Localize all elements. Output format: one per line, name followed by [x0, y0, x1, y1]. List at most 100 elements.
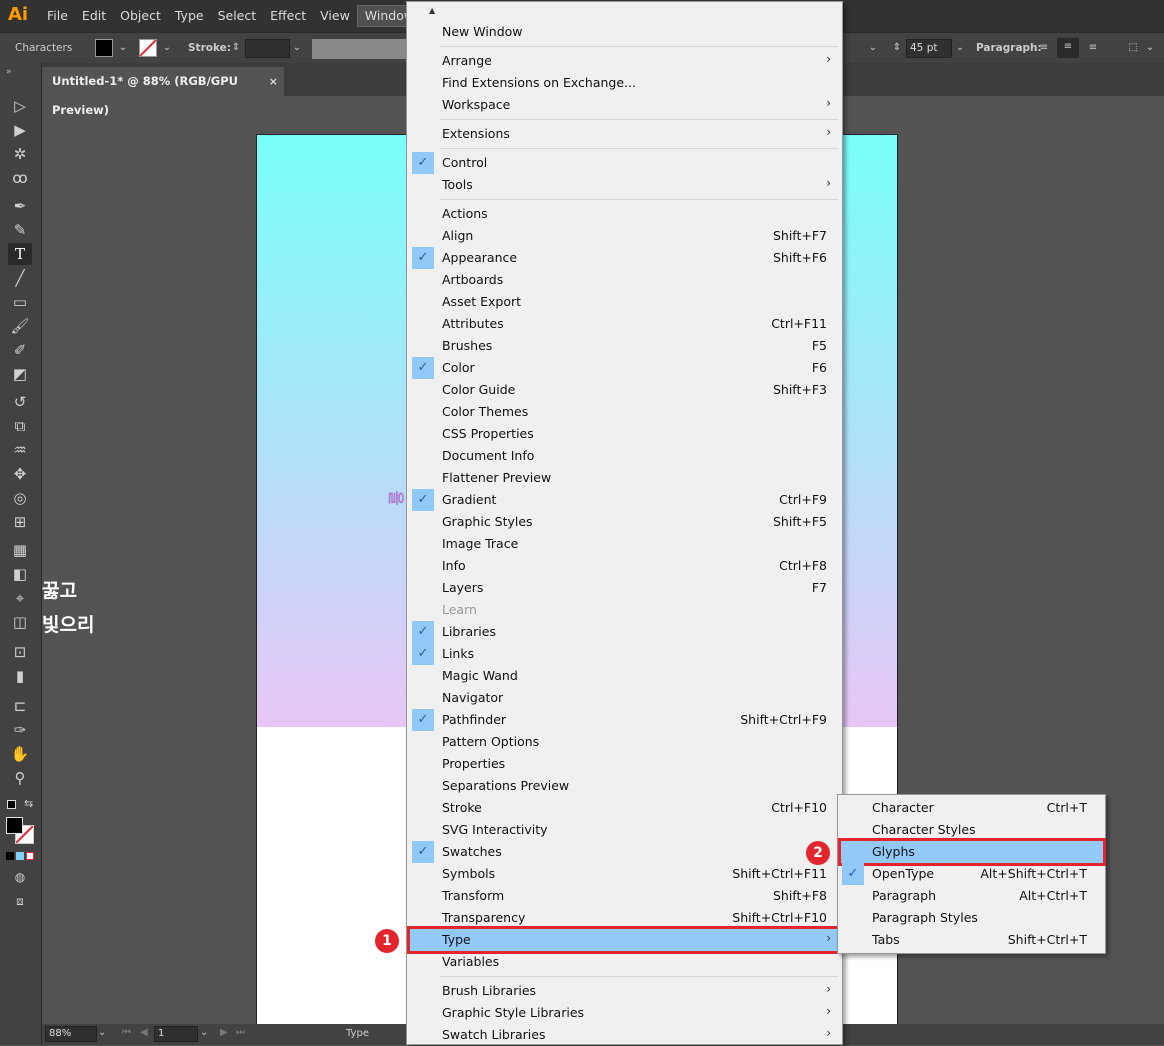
menu-item-workspace[interactable]: Workspace › [410, 94, 839, 116]
menu-item-graphic-style-libraries[interactable]: Graphic Style Libraries › [410, 1002, 839, 1024]
menu-item-image-trace[interactable]: Image Trace [410, 533, 839, 555]
gradient-mode-icon[interactable] [16, 852, 24, 860]
perspective-icon[interactable]: ⊞ [8, 511, 32, 533]
menu-item-swatches[interactable]: ✓ Swatches [410, 841, 839, 863]
menu-item-properties[interactable]: Properties [410, 753, 839, 775]
menu-file[interactable]: File [40, 0, 75, 32]
fill-color-icon[interactable] [6, 817, 23, 834]
stroke-dropdown-icon[interactable]: ⌄ [160, 39, 174, 57]
fill-swatch[interactable] [95, 39, 113, 57]
transform-dropdown-icon[interactable]: ⌄ [1143, 39, 1157, 57]
type-icon[interactable]: T [8, 243, 32, 265]
fill-dropdown-icon[interactable]: ⌄ [116, 39, 130, 57]
menu-item-navigator[interactable]: Navigator [410, 687, 839, 709]
artboard-icon[interactable]: ⊏ [8, 695, 32, 717]
first-artboard-icon[interactable]: ⏮ [122, 1027, 131, 1038]
rotate-icon[interactable]: ↺ [8, 391, 32, 413]
menu-item-pathfinder[interactable]: ✓ Pathfinder Shift+Ctrl+F9 [410, 709, 839, 731]
menu-item-asset-export[interactable]: Asset Export [410, 291, 839, 313]
menu-item-extensions[interactable]: Extensions › [410, 123, 839, 145]
menu-item-actions[interactable]: Actions [410, 203, 839, 225]
hand-icon[interactable]: ✋ [8, 743, 32, 765]
stroke-weight-input[interactable] [245, 39, 290, 58]
submenu-item-glyphs[interactable]: Glyphs [838, 838, 1106, 866]
font-size-dropdown-icon[interactable]: ⌄ [953, 39, 967, 57]
warp-icon[interactable]: ♒ [8, 439, 32, 461]
draw-mode-icon[interactable]: ◍ [8, 866, 32, 888]
submenu-item-character[interactable]: Character Ctrl+T [841, 797, 1103, 819]
default-colors-icon[interactable] [7, 800, 16, 809]
zoom-field[interactable]: 88% [45, 1026, 97, 1042]
menu-item-color-themes[interactable]: Color Themes [410, 401, 839, 423]
menu-item-find-extensions[interactable]: Find Extensions on Exchange... [410, 72, 839, 94]
gradient-icon[interactable]: ◧ [8, 563, 32, 585]
variable-width-profile[interactable] [312, 39, 406, 59]
menu-item-css-properties[interactable]: CSS Properties [410, 423, 839, 445]
stroke-swatch[interactable] [139, 39, 157, 57]
document-tab[interactable]: Untitled-1* @ 88% (RGB/GPU Preview) × [42, 67, 284, 117]
blend-icon[interactable]: ◫ [8, 611, 32, 633]
free-transform-icon[interactable]: ✥ [8, 463, 32, 485]
menu-item-brush-libraries[interactable]: Brush Libraries › [410, 980, 839, 1002]
graph-icon[interactable]: ▮ [8, 665, 32, 687]
previous-artboard-icon[interactable]: ◀ [140, 1027, 148, 1038]
stroke-stepper-icon[interactable]: ⇕ [229, 39, 243, 57]
menu-item-brushes[interactable]: Brushes F5 [410, 335, 839, 357]
transform-icon[interactable]: ⬚ [1123, 39, 1143, 57]
paintbrush-icon[interactable]: 🖌 [8, 315, 32, 337]
submenu-item-tabs[interactable]: Tabs Shift+Ctrl+T [841, 929, 1103, 951]
menu-item-svg-interactivity[interactable]: SVG Interactivity [410, 819, 839, 841]
artboard-dropdown-icon[interactable]: ⌄ [200, 1027, 208, 1038]
menu-item-links[interactable]: ✓ Links [410, 643, 839, 665]
menu-item-attributes[interactable]: Attributes Ctrl+F11 [410, 313, 839, 335]
menu-item-arrange[interactable]: Arrange › [410, 50, 839, 72]
menu-item-libraries[interactable]: ✓ Libraries [410, 621, 839, 643]
align-center-icon[interactable]: ≡ [1057, 38, 1079, 58]
lasso-icon[interactable]: ꝏ [8, 167, 32, 189]
menu-item-color-guide[interactable]: Color Guide Shift+F3 [410, 379, 839, 401]
menu-object[interactable]: Object [113, 0, 168, 32]
menu-item-tools[interactable]: Tools › [410, 174, 839, 196]
align-right-icon[interactable]: ≡ [1083, 39, 1103, 57]
menu-item-type[interactable]: Type › [407, 926, 842, 954]
artboard-number-field[interactable]: 1 [154, 1026, 198, 1042]
menu-item-variables[interactable]: Variables [410, 951, 839, 973]
menu-item-pattern-options[interactable]: Pattern Options [410, 731, 839, 753]
collapse-icon[interactable]: » [6, 67, 12, 77]
magic-wand-icon[interactable]: ✲ [8, 143, 32, 165]
symbol-sprayer-icon[interactable]: ⊡ [8, 641, 32, 663]
submenu-item-opentype[interactable]: ✓ OpenType Alt+Shift+Ctrl+T [841, 863, 1103, 885]
menu-item-control[interactable]: ✓ Control [410, 152, 839, 174]
line-icon[interactable]: ╱ [8, 267, 32, 289]
align-left-icon[interactable]: ≡ [1034, 39, 1054, 57]
zoom-icon[interactable]: ⚲ [8, 767, 32, 789]
menu-edit[interactable]: Edit [75, 0, 113, 32]
submenu-item-paragraph[interactable]: Paragraph Alt+Ctrl+T [841, 885, 1103, 907]
menu-item-align[interactable]: Align Shift+F7 [410, 225, 839, 247]
pen-icon[interactable]: ✒ [8, 195, 32, 217]
menu-effect[interactable]: Effect [263, 0, 313, 32]
menu-item-info[interactable]: Info Ctrl+F8 [410, 555, 839, 577]
submenu-item-character-styles[interactable]: Character Styles [841, 819, 1103, 841]
menu-item-appearance[interactable]: ✓ Appearance Shift+F6 [410, 247, 839, 269]
menu-item-stroke[interactable]: Stroke Ctrl+F10 [410, 797, 839, 819]
menu-item-transparency[interactable]: Transparency Shift+Ctrl+F10 [410, 907, 839, 929]
menu-item-color[interactable]: ✓ Color F6 [410, 357, 839, 379]
menu-item-new-window[interactable]: New Window [410, 21, 839, 43]
scroll-up-icon[interactable]: ▲ [429, 6, 435, 15]
screen-mode-icon[interactable]: ⧈ [8, 890, 32, 912]
next-artboard-icon[interactable]: ▶ [220, 1027, 228, 1038]
menu-item-separations-preview[interactable]: Separations Preview [410, 775, 839, 797]
color-mode-icon[interactable] [6, 852, 14, 860]
menu-item-graphic-styles[interactable]: Graphic Styles Shift+F5 [410, 511, 839, 533]
scale-icon[interactable]: ⧉ [8, 415, 32, 437]
curvature-icon[interactable]: ✎ [8, 219, 32, 241]
menu-item-gradient[interactable]: ✓ Gradient Ctrl+F9 [410, 489, 839, 511]
rectangle-icon[interactable]: ▭ [8, 291, 32, 313]
last-artboard-icon[interactable]: ⏭ [236, 1027, 245, 1038]
eyedropper-icon[interactable]: ⌖ [8, 587, 32, 609]
close-icon[interactable]: × [269, 67, 278, 96]
menu-select[interactable]: Select [211, 0, 264, 32]
selection-icon[interactable]: ▷ [8, 95, 32, 117]
menu-item-symbols[interactable]: Symbols Shift+Ctrl+F11 [410, 863, 839, 885]
